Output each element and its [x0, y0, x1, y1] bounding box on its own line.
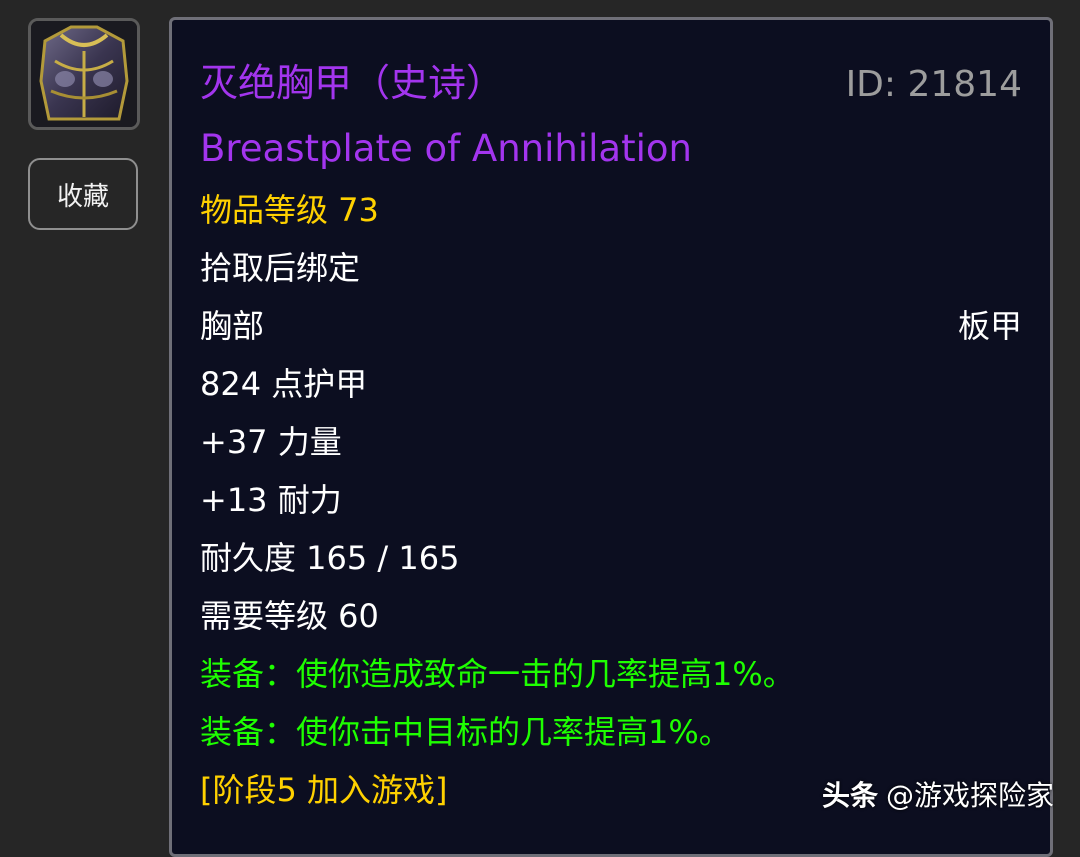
watermark-brand: 头条 [821, 779, 878, 812]
item-name-cn: 灭绝胸甲（史诗） [200, 61, 505, 105]
bind-type: 拾取后绑定 [200, 249, 361, 287]
armor-type: 板甲 [957, 307, 1022, 345]
favorite-button[interactable]: 收藏 [28, 158, 138, 230]
equip-slot: 胸部 [200, 307, 265, 345]
equip-effect-hit: 装备：使你击中目标的几率提高1%。 [200, 713, 731, 751]
stat-strength: +37 力量 [200, 423, 342, 461]
equip-effect-crit: 装备：使你造成致命一击的几率提高1%。 [200, 655, 795, 693]
watermark: 头条 @游戏探险家 [822, 779, 1054, 813]
watermark-account: @游戏探险家 [885, 779, 1054, 812]
item-tooltip: 灭绝胸甲（史诗） ID: 21814 Breastplate of Annihi… [169, 17, 1053, 857]
item-id: ID: 21814 [845, 64, 1022, 105]
breastplate-item-icon[interactable] [28, 18, 140, 130]
breastplate-icon [31, 21, 137, 127]
armor-value: 824 点护甲 [200, 365, 368, 403]
required-level: 需要等级 60 [200, 597, 379, 635]
item-level: 物品等级 73 [200, 191, 379, 229]
stat-stamina: +13 耐力 [200, 481, 342, 519]
item-name-en: Breastplate of Annihilation [200, 127, 692, 170]
durability: 耐久度 165 / 165 [200, 539, 460, 577]
phase-note: [阶段5 加入游戏] [200, 771, 448, 809]
